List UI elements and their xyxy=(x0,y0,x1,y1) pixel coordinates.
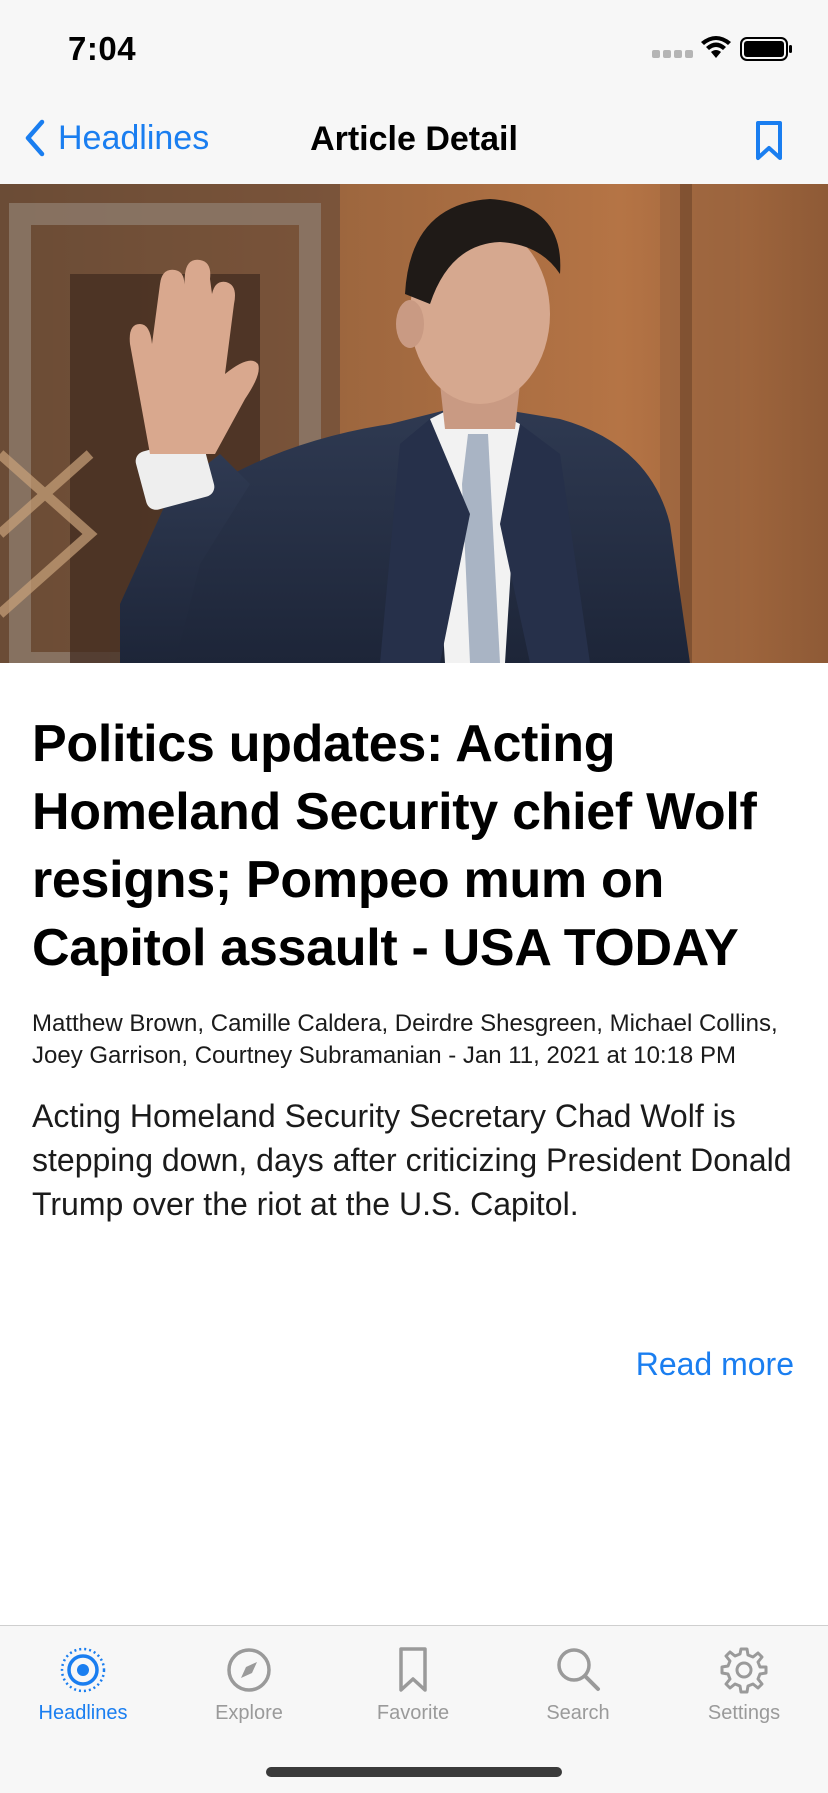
tab-settings[interactable]: Settings xyxy=(661,1646,827,1725)
bookmark-icon xyxy=(399,1647,427,1692)
read-more-link[interactable]: Read more xyxy=(636,1346,794,1383)
bookmark-button[interactable] xyxy=(754,120,784,167)
article-summary: Acting Homeland Security Secretary Chad … xyxy=(32,1098,792,1222)
status-bar: 7:04 xyxy=(0,0,828,100)
article-headline: Politics updates: Acting Homeland Securi… xyxy=(32,715,757,977)
article-image xyxy=(0,184,828,663)
gear-icon xyxy=(720,1647,768,1694)
tab-explore[interactable]: Explore xyxy=(166,1646,332,1725)
headlines-icon xyxy=(60,1647,106,1693)
compass-icon xyxy=(227,1648,271,1692)
tab-label: Favorite xyxy=(376,1702,450,1724)
tab-favorite[interactable]: Favorite xyxy=(330,1646,496,1725)
page-title: Article Detail xyxy=(310,120,518,158)
bookmark-icon xyxy=(756,121,782,160)
status-time: 7:04 xyxy=(68,30,137,67)
article-byline: Matthew Brown, Camille Caldera, Deirdre … xyxy=(32,1010,778,1069)
battery-icon xyxy=(740,37,792,61)
tab-label: Explore xyxy=(215,1702,283,1724)
tab-label: Headlines xyxy=(38,1702,128,1724)
tab-search[interactable]: Search xyxy=(495,1646,661,1725)
tab-headlines[interactable]: Headlines xyxy=(0,1646,166,1725)
wifi-icon xyxy=(701,36,731,58)
tab-label: Settings xyxy=(707,1702,781,1724)
search-icon xyxy=(557,1648,600,1691)
navigation-bar: Headlines Article Detail xyxy=(0,100,828,185)
cellular-signal-icon xyxy=(652,50,693,58)
article-content: Politics updates: Acting Homeland Securi… xyxy=(32,710,798,1226)
home-indicator[interactable] xyxy=(266,1767,562,1777)
tab-label: Search xyxy=(546,1702,610,1724)
